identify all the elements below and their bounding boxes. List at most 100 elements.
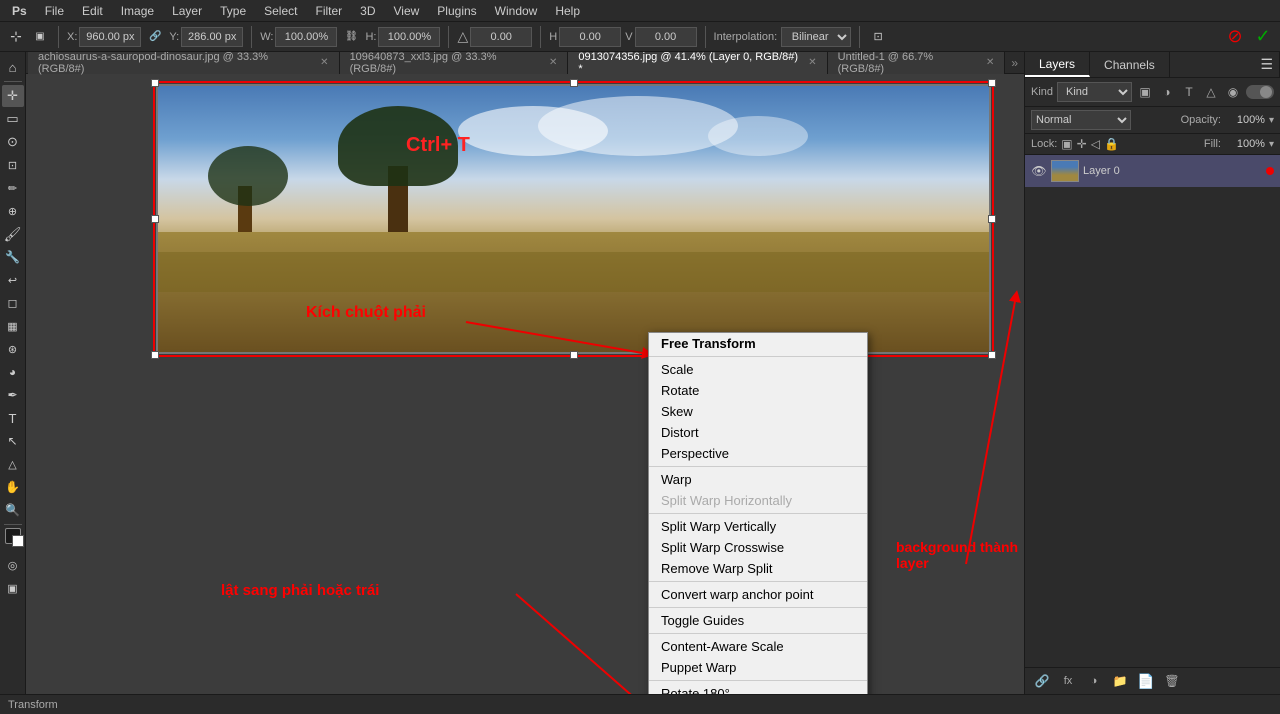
crop-tool[interactable]: ⊡: [2, 154, 24, 176]
new-layer-button[interactable]: 📄: [1135, 672, 1157, 690]
fx-button[interactable]: fx: [1057, 672, 1079, 690]
ctx-perspective[interactable]: Perspective: [649, 443, 867, 464]
kind-dropdown[interactable]: Kind: [1057, 82, 1132, 102]
tab-close-109640873[interactable]: ✕: [549, 57, 557, 68]
type-menu[interactable]: Type: [212, 2, 254, 20]
lasso-tool[interactable]: ⊙: [2, 131, 24, 153]
ctx-rotate-180[interactable]: Rotate 180°: [649, 683, 867, 694]
home-tool[interactable]: ⌂: [2, 56, 24, 78]
auto-select-icon[interactable]: ▣: [30, 27, 50, 47]
lock-artboard-icon[interactable]: ◁: [1091, 137, 1100, 151]
cancel-transform-button[interactable]: ⊘: [1224, 26, 1246, 48]
selection-tool[interactable]: ▭: [2, 108, 24, 130]
window-menu[interactable]: Window: [487, 2, 546, 20]
layer-menu[interactable]: Layer: [164, 2, 210, 20]
filter-text-icon[interactable]: T: [1180, 83, 1198, 101]
help-menu[interactable]: Help: [547, 2, 588, 20]
eyedropper-tool[interactable]: ✏: [2, 177, 24, 199]
ctx-puppet-warp[interactable]: Puppet Warp: [649, 657, 867, 678]
3d-menu[interactable]: 3D: [352, 2, 383, 20]
filter-menu[interactable]: Filter: [307, 2, 350, 20]
select-menu[interactable]: Select: [256, 2, 305, 20]
ctx-free-transform[interactable]: Free Transform: [649, 333, 867, 354]
file-menu[interactable]: File: [37, 2, 72, 20]
screen-mode-tool[interactable]: ▣: [2, 577, 24, 599]
tab-dinosaur[interactable]: achiosaurus-a-sauropod-dinosaur.jpg @ 33…: [28, 52, 340, 74]
layer-visibility-0[interactable]: 👁: [1031, 163, 1047, 179]
lock-pixels-icon[interactable]: ▣: [1061, 137, 1072, 151]
opacity-arrow[interactable]: ▾: [1269, 115, 1274, 126]
ctx-split-warp-c[interactable]: Split Warp Crosswise: [649, 537, 867, 558]
layer-item-0[interactable]: 👁 Layer 0: [1025, 155, 1280, 187]
tab-untitled[interactable]: Untitled-1 @ 66.7% (RGB/8#) ✕: [828, 52, 1006, 74]
tab-layers[interactable]: Layers: [1025, 52, 1090, 77]
history-brush-tool[interactable]: ↩: [2, 269, 24, 291]
filter-adjustment-icon[interactable]: ◑: [1158, 83, 1176, 101]
delete-layer-button[interactable]: 🗑: [1161, 672, 1183, 690]
tab-active[interactable]: 0913074356.jpg @ 41.4% (Layer 0, RGB/8#)…: [568, 52, 827, 74]
ctx-split-warp-v[interactable]: Split Warp Vertically: [649, 516, 867, 537]
ctx-remove-warp-split[interactable]: Remove Warp Split: [649, 558, 867, 579]
plugins-menu[interactable]: Plugins: [429, 2, 484, 20]
lock-position-icon[interactable]: ✛: [1077, 137, 1087, 151]
lock-all-icon[interactable]: 🔒: [1104, 137, 1119, 151]
zoom-tool[interactable]: 🔍: [2, 499, 24, 521]
confirm-transform-button[interactable]: ✓: [1252, 26, 1274, 48]
edit-menu[interactable]: Edit: [74, 2, 111, 20]
filter-pixel-icon[interactable]: ▣: [1136, 83, 1154, 101]
text-tool[interactable]: T: [2, 407, 24, 429]
new-fill-layer-button[interactable]: ◑: [1083, 672, 1105, 690]
quick-mask-tool[interactable]: ◎: [2, 554, 24, 576]
image-menu[interactable]: Image: [113, 2, 162, 20]
hand-tool[interactable]: ✋: [2, 476, 24, 498]
filter-toggle[interactable]: [1246, 85, 1274, 99]
shape-tool[interactable]: △: [2, 453, 24, 475]
x-input[interactable]: [79, 27, 141, 47]
panel-menu-icon[interactable]: ☰: [1254, 52, 1280, 77]
eraser-tool[interactable]: ◻: [2, 292, 24, 314]
link-wh-icon[interactable]: ⛓: [341, 27, 361, 47]
tab-109640873[interactable]: 109640873_xxl3.jpg @ 33.3% (RGB/8#) ✕: [340, 52, 569, 74]
ctx-convert-warp[interactable]: Convert warp anchor point: [649, 584, 867, 605]
tab-channels[interactable]: Channels: [1090, 52, 1170, 77]
new-group-button[interactable]: 📁: [1109, 672, 1131, 690]
tab-close-dinosaur[interactable]: ✕: [320, 57, 328, 68]
gradient-tool[interactable]: ▦: [2, 315, 24, 337]
clone-tool[interactable]: 🔧: [2, 246, 24, 268]
warp-icon[interactable]: ⊡: [868, 27, 888, 47]
fill-arrow[interactable]: ▾: [1269, 139, 1274, 150]
path-select-tool[interactable]: ↖: [2, 430, 24, 452]
tab-close-active[interactable]: ✕: [808, 57, 816, 68]
canvas-content[interactable]: Ctrl+ T Kích chuột phải lật sang phải ho…: [26, 74, 1024, 694]
hskew-input[interactable]: [559, 27, 621, 47]
link-xy-icon[interactable]: 🔗: [145, 27, 165, 47]
ctx-rotate[interactable]: Rotate: [649, 380, 867, 401]
link-layers-button[interactable]: 🔗: [1031, 672, 1053, 690]
brush-tool[interactable]: 🖌: [2, 223, 24, 245]
interpolation-select[interactable]: Bilinear: [781, 27, 851, 47]
filter-smart-icon[interactable]: ◉: [1224, 83, 1242, 101]
vskew-input[interactable]: [635, 27, 697, 47]
ctx-distort[interactable]: Distort: [649, 422, 867, 443]
view-menu[interactable]: View: [386, 2, 428, 20]
ctx-toggle-guides[interactable]: Toggle Guides: [649, 610, 867, 631]
move-tool[interactable]: ✛: [2, 85, 24, 107]
ctx-content-aware-scale[interactable]: Content-Aware Scale: [649, 636, 867, 657]
angle-input[interactable]: [470, 27, 532, 47]
ctx-skew[interactable]: Skew: [649, 401, 867, 422]
foreground-color[interactable]: [5, 528, 21, 544]
move-tool-icon[interactable]: ⊹: [6, 27, 26, 47]
pen-tool[interactable]: ✒: [2, 384, 24, 406]
blend-mode-select[interactable]: Normal: [1031, 110, 1131, 130]
y-input[interactable]: [181, 27, 243, 47]
dodge-tool[interactable]: ◕: [2, 361, 24, 383]
ps-menu[interactable]: Ps: [4, 2, 35, 20]
blur-tool[interactable]: ⊛: [2, 338, 24, 360]
tab-scroll-arrow[interactable]: »: [1005, 56, 1024, 70]
heal-tool[interactable]: ⊕: [2, 200, 24, 222]
tab-close-untitled[interactable]: ✕: [986, 57, 994, 68]
w-input[interactable]: [275, 27, 337, 47]
ctx-scale[interactable]: Scale: [649, 359, 867, 380]
h-input[interactable]: [378, 27, 440, 47]
filter-shape-icon[interactable]: △: [1202, 83, 1220, 101]
